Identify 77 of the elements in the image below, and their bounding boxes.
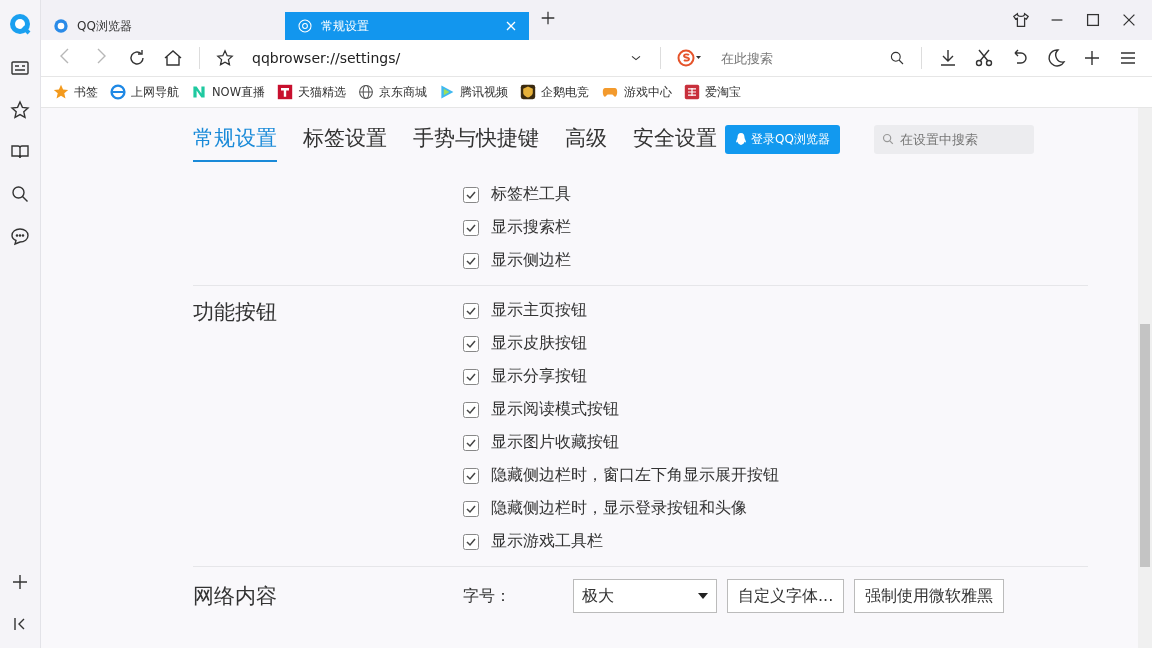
moon-icon[interactable] [1046, 48, 1066, 68]
star-icon[interactable] [10, 100, 30, 120]
penguin-icon [735, 132, 747, 146]
new-tab-icon[interactable] [539, 9, 557, 27]
settings-tab[interactable]: 高级 [565, 116, 607, 162]
browser-tab[interactable]: QQ浏览器 [41, 12, 285, 40]
t-logo-icon [277, 84, 294, 100]
search-icon[interactable] [889, 50, 905, 66]
option-label: 显示游戏工具栏 [491, 531, 603, 552]
checkbox[interactable] [463, 467, 479, 484]
checkbox[interactable] [463, 335, 479, 352]
settings-tab[interactable]: 手势与快捷键 [413, 116, 539, 162]
settings-tab[interactable]: 标签设置 [303, 116, 387, 162]
download-icon[interactable] [938, 48, 958, 68]
bookmark-link[interactable]: NOW直播 [191, 84, 266, 100]
option-label: 显示侧边栏 [491, 250, 571, 271]
font-button[interactable]: 自定义字体... [727, 579, 845, 613]
shirt-icon[interactable] [1012, 11, 1030, 29]
option-label: 显示主页按钮 [491, 300, 587, 321]
shield-badge-icon [520, 84, 537, 100]
caret-icon [698, 593, 708, 599]
bookmark-link[interactable]: 京东商城 [358, 84, 428, 100]
maximize-icon[interactable] [1084, 11, 1102, 29]
option-label: 隐藏侧边栏时，显示登录按钮和头像 [491, 498, 747, 519]
font-button[interactable]: 强制使用微软雅黑 [854, 579, 1005, 613]
font-size-label: 字号： [463, 585, 512, 607]
browser-logo-icon [53, 18, 69, 34]
option-label: 隐藏侧边栏时，窗口左下角显示展开按钮 [491, 465, 779, 486]
bookmark-link[interactable]: 天猫精选 [277, 84, 347, 100]
n-logo-icon [191, 84, 207, 100]
checkbox[interactable] [463, 500, 479, 517]
option-label: 显示图片收藏按钮 [491, 432, 619, 453]
checkbox[interactable] [463, 302, 479, 319]
search-field[interactable]: 在此搜索 [719, 49, 873, 67]
option-label: 标签栏工具 [491, 184, 571, 205]
option-label: 显示分享按钮 [491, 366, 587, 387]
option-label: 显示皮肤按钮 [491, 333, 587, 354]
settings-search-field[interactable]: 在设置中搜索 [873, 124, 1034, 154]
checkbox[interactable] [463, 219, 479, 236]
bookmark-link[interactable]: 上网导航 [110, 84, 179, 100]
bookmark-link[interactable]: 企鹅电竞 [520, 84, 590, 100]
checkbox[interactable] [463, 186, 479, 203]
chat-bubble-icon[interactable] [10, 226, 30, 246]
settings-tab[interactable]: 安全设置 [633, 116, 717, 162]
bookmark-link[interactable]: 游戏中心 [601, 84, 673, 100]
section-title: 功能按钮 [193, 300, 277, 324]
browser-e-icon [110, 84, 126, 100]
plus-icon[interactable] [10, 572, 30, 592]
reload-icon[interactable] [127, 48, 147, 68]
settings-tab[interactable]: 常规设置 [193, 116, 277, 162]
plus-icon[interactable] [1082, 48, 1102, 68]
home-icon[interactable] [163, 48, 183, 68]
checkbox[interactable] [463, 533, 479, 550]
globe-icon [358, 84, 375, 100]
news-card-icon[interactable] [10, 58, 30, 78]
scrollbar[interactable] [1138, 108, 1152, 648]
address-field[interactable]: qqbrowser://settings/ [250, 49, 612, 67]
checkbox[interactable] [463, 434, 479, 451]
search-icon[interactable] [10, 184, 30, 204]
font-size-dropdown[interactable]: 极大 [573, 579, 717, 613]
browser-logo-icon[interactable] [8, 12, 32, 36]
checkbox[interactable] [463, 368, 479, 385]
gear-icon [297, 18, 313, 34]
search-icon [881, 133, 894, 145]
scissors-icon[interactable] [974, 48, 994, 68]
star-icon[interactable] [216, 49, 234, 67]
option-label: 显示搜索栏 [491, 217, 571, 238]
taobao-tile-icon [684, 84, 701, 100]
bookmark-link[interactable]: 爱淘宝 [684, 84, 742, 100]
section-title: 网络内容 [193, 584, 277, 608]
option-label: 显示阅读模式按钮 [491, 399, 619, 420]
bookmark-link[interactable]: 腾讯视频 [439, 84, 509, 100]
star-icon [53, 84, 69, 100]
checkbox[interactable] [463, 252, 479, 269]
checkbox[interactable] [463, 401, 479, 418]
bookmark-link[interactable]: 书签 [53, 84, 98, 100]
search-engine-icon[interactable] [677, 49, 703, 67]
